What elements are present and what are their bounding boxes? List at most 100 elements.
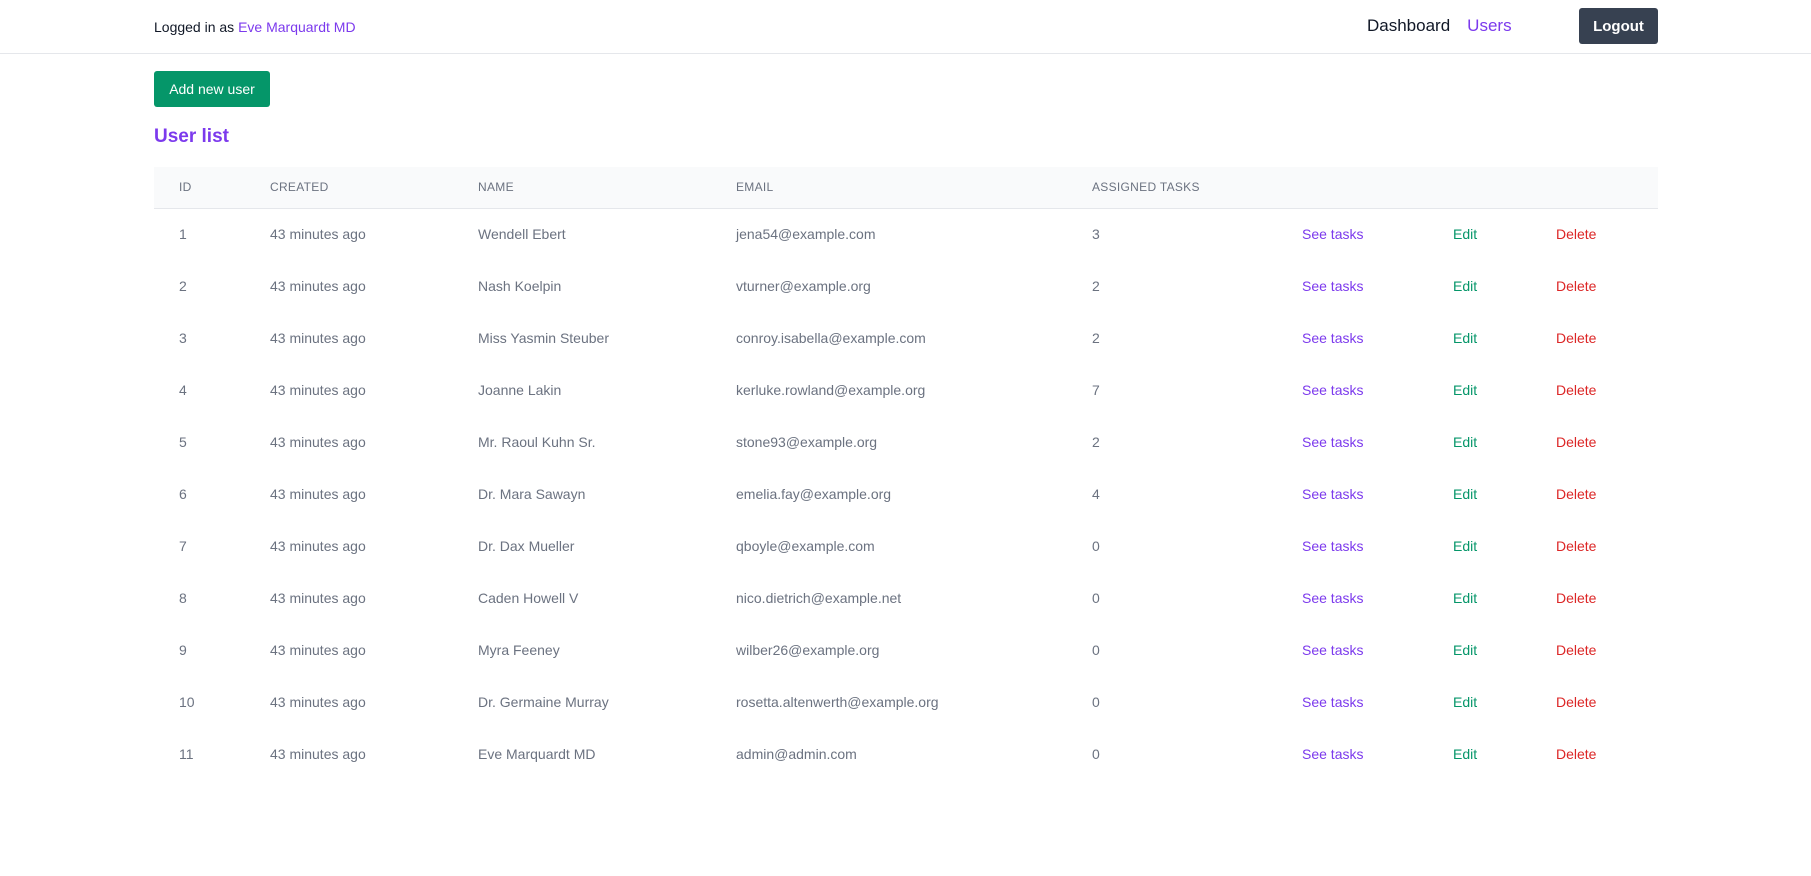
see-tasks-link[interactable]: See tasks (1302, 590, 1363, 606)
delete-cell: Delete (1556, 520, 1658, 572)
edit-link[interactable]: Edit (1453, 278, 1477, 294)
cell-created: 43 minutes ago (270, 538, 366, 554)
delete-link[interactable]: Delete (1556, 642, 1596, 658)
delete-cell: Delete (1556, 572, 1658, 624)
cell-name: Miss Yasmin Steuber (478, 330, 609, 346)
edit-link[interactable]: Edit (1453, 330, 1477, 346)
cell-assigned-tasks: 2 (1092, 330, 1100, 346)
column-header-created: Created (270, 180, 329, 195)
column-header-see-tasks (1302, 167, 1453, 208)
table-header: ID Created Name Email Assigned tasks (154, 167, 1658, 208)
delete-cell: Delete (1556, 312, 1658, 364)
cell-email: wilber26@example.org (736, 642, 880, 658)
cell-id: 3 (179, 330, 187, 346)
cell-assigned-tasks: 0 (1092, 694, 1100, 710)
see-tasks-link[interactable]: See tasks (1302, 226, 1363, 242)
see-tasks-link[interactable]: See tasks (1302, 330, 1363, 346)
table-row: 11 43 minutes ago Eve Marquardt MD admin@ad… (154, 728, 1658, 780)
table-header-row: ID Created Name Email Assigned tasks (154, 167, 1658, 208)
delete-cell: Delete (1556, 728, 1658, 780)
see-tasks-link[interactable]: See tasks (1302, 486, 1363, 502)
table-row: 9 43 minutes ago Myra Feeney wilber26@examp… (154, 624, 1658, 676)
table-row: 4 43 minutes ago Joanne Lakin kerluke.rowla… (154, 364, 1658, 416)
edit-link[interactable]: Edit (1453, 590, 1477, 606)
edit-link[interactable]: Edit (1453, 486, 1477, 502)
cell-id: 5 (179, 434, 187, 450)
see-tasks-cell: See tasks (1302, 468, 1453, 520)
delete-link[interactable]: Delete (1556, 434, 1596, 450)
delete-link[interactable]: Delete (1556, 538, 1596, 554)
edit-cell: Edit (1453, 468, 1556, 520)
cell-assigned-tasks: 0 (1092, 538, 1100, 554)
table-row: 2 43 minutes ago Nash Koelpin vturner@examp… (154, 260, 1658, 312)
delete-link[interactable]: Delete (1556, 746, 1596, 762)
see-tasks-cell: See tasks (1302, 208, 1453, 260)
cell-id: 6 (179, 486, 187, 502)
cell-name: Dr. Dax Mueller (478, 538, 575, 554)
current-user-link[interactable]: Eve Marquardt MD (238, 19, 355, 35)
see-tasks-link[interactable]: See tasks (1302, 382, 1363, 398)
nav-users[interactable]: Users (1467, 16, 1511, 36)
edit-cell: Edit (1453, 416, 1556, 468)
cell-created: 43 minutes ago (270, 694, 366, 710)
cell-email: jena54@example.com (736, 226, 876, 243)
delete-link[interactable]: Delete (1556, 694, 1596, 710)
cell-created: 43 minutes ago (270, 486, 366, 502)
delete-link[interactable]: Delete (1556, 330, 1596, 346)
see-tasks-cell: See tasks (1302, 572, 1453, 624)
see-tasks-cell: See tasks (1302, 676, 1453, 728)
table-row: 10 43 minutes ago Dr. Germaine Murray roset… (154, 676, 1658, 728)
see-tasks-link[interactable]: See tasks (1302, 642, 1363, 658)
delete-link[interactable]: Delete (1556, 486, 1596, 502)
cell-id: 4 (179, 382, 187, 398)
logged-in-status: Logged in as Eve Marquardt MD (154, 19, 356, 35)
cell-email: vturner@example.org (736, 278, 871, 294)
nav-dashboard[interactable]: Dashboard (1367, 16, 1450, 36)
cell-created: 43 minutes ago (270, 642, 366, 658)
add-user-button[interactable]: Add new user (154, 71, 270, 107)
column-header-name: Name (478, 180, 514, 195)
cell-id: 7 (179, 538, 187, 554)
delete-cell: Delete (1556, 260, 1658, 312)
cell-name: Mr. Raoul Kuhn Sr. (478, 434, 596, 450)
delete-link[interactable]: Delete (1556, 590, 1596, 606)
edit-link[interactable]: Edit (1453, 642, 1477, 658)
edit-link[interactable]: Edit (1453, 694, 1477, 710)
cell-created: 43 minutes ago (270, 278, 366, 294)
table-row: 3 43 minutes ago Miss Yasmin Steuber conroy… (154, 312, 1658, 364)
column-header-id: ID (179, 180, 192, 195)
see-tasks-cell: See tasks (1302, 624, 1453, 676)
delete-link[interactable]: Delete (1556, 226, 1596, 242)
see-tasks-cell: See tasks (1302, 260, 1453, 312)
cell-id: 8 (179, 590, 187, 606)
edit-link[interactable]: Edit (1453, 746, 1477, 762)
cell-name: Dr. Mara Sawayn (478, 486, 586, 502)
see-tasks-link[interactable]: See tasks (1302, 694, 1363, 710)
edit-cell: Edit (1453, 312, 1556, 364)
delete-link[interactable]: Delete (1556, 278, 1596, 294)
column-header-email: Email (736, 180, 774, 195)
cell-name: Dr. Germaine Murray (478, 694, 609, 710)
see-tasks-link[interactable]: See tasks (1302, 278, 1363, 294)
edit-link[interactable]: Edit (1453, 226, 1477, 242)
logout-button[interactable]: Logout (1579, 8, 1658, 44)
cell-id: 11 (179, 746, 194, 762)
edit-link[interactable]: Edit (1453, 382, 1477, 398)
delete-cell: Delete (1556, 208, 1658, 260)
page-title: User list (154, 126, 229, 147)
see-tasks-link[interactable]: See tasks (1302, 538, 1363, 554)
cell-name: Nash Koelpin (478, 278, 562, 294)
delete-cell: Delete (1556, 624, 1658, 676)
cell-assigned-tasks: 3 (1092, 226, 1100, 243)
cell-email: qboyle@example.com (736, 538, 875, 554)
edit-link[interactable]: Edit (1453, 538, 1477, 554)
see-tasks-link[interactable]: See tasks (1302, 434, 1363, 450)
delete-link[interactable]: Delete (1556, 382, 1596, 398)
cell-id: 9 (179, 642, 187, 658)
edit-cell: Edit (1453, 260, 1556, 312)
edit-link[interactable]: Edit (1453, 434, 1477, 450)
see-tasks-link[interactable]: See tasks (1302, 746, 1363, 762)
cell-created: 43 minutes ago (270, 382, 366, 398)
cell-created: 43 minutes ago (270, 434, 366, 450)
delete-cell: Delete (1556, 364, 1658, 416)
